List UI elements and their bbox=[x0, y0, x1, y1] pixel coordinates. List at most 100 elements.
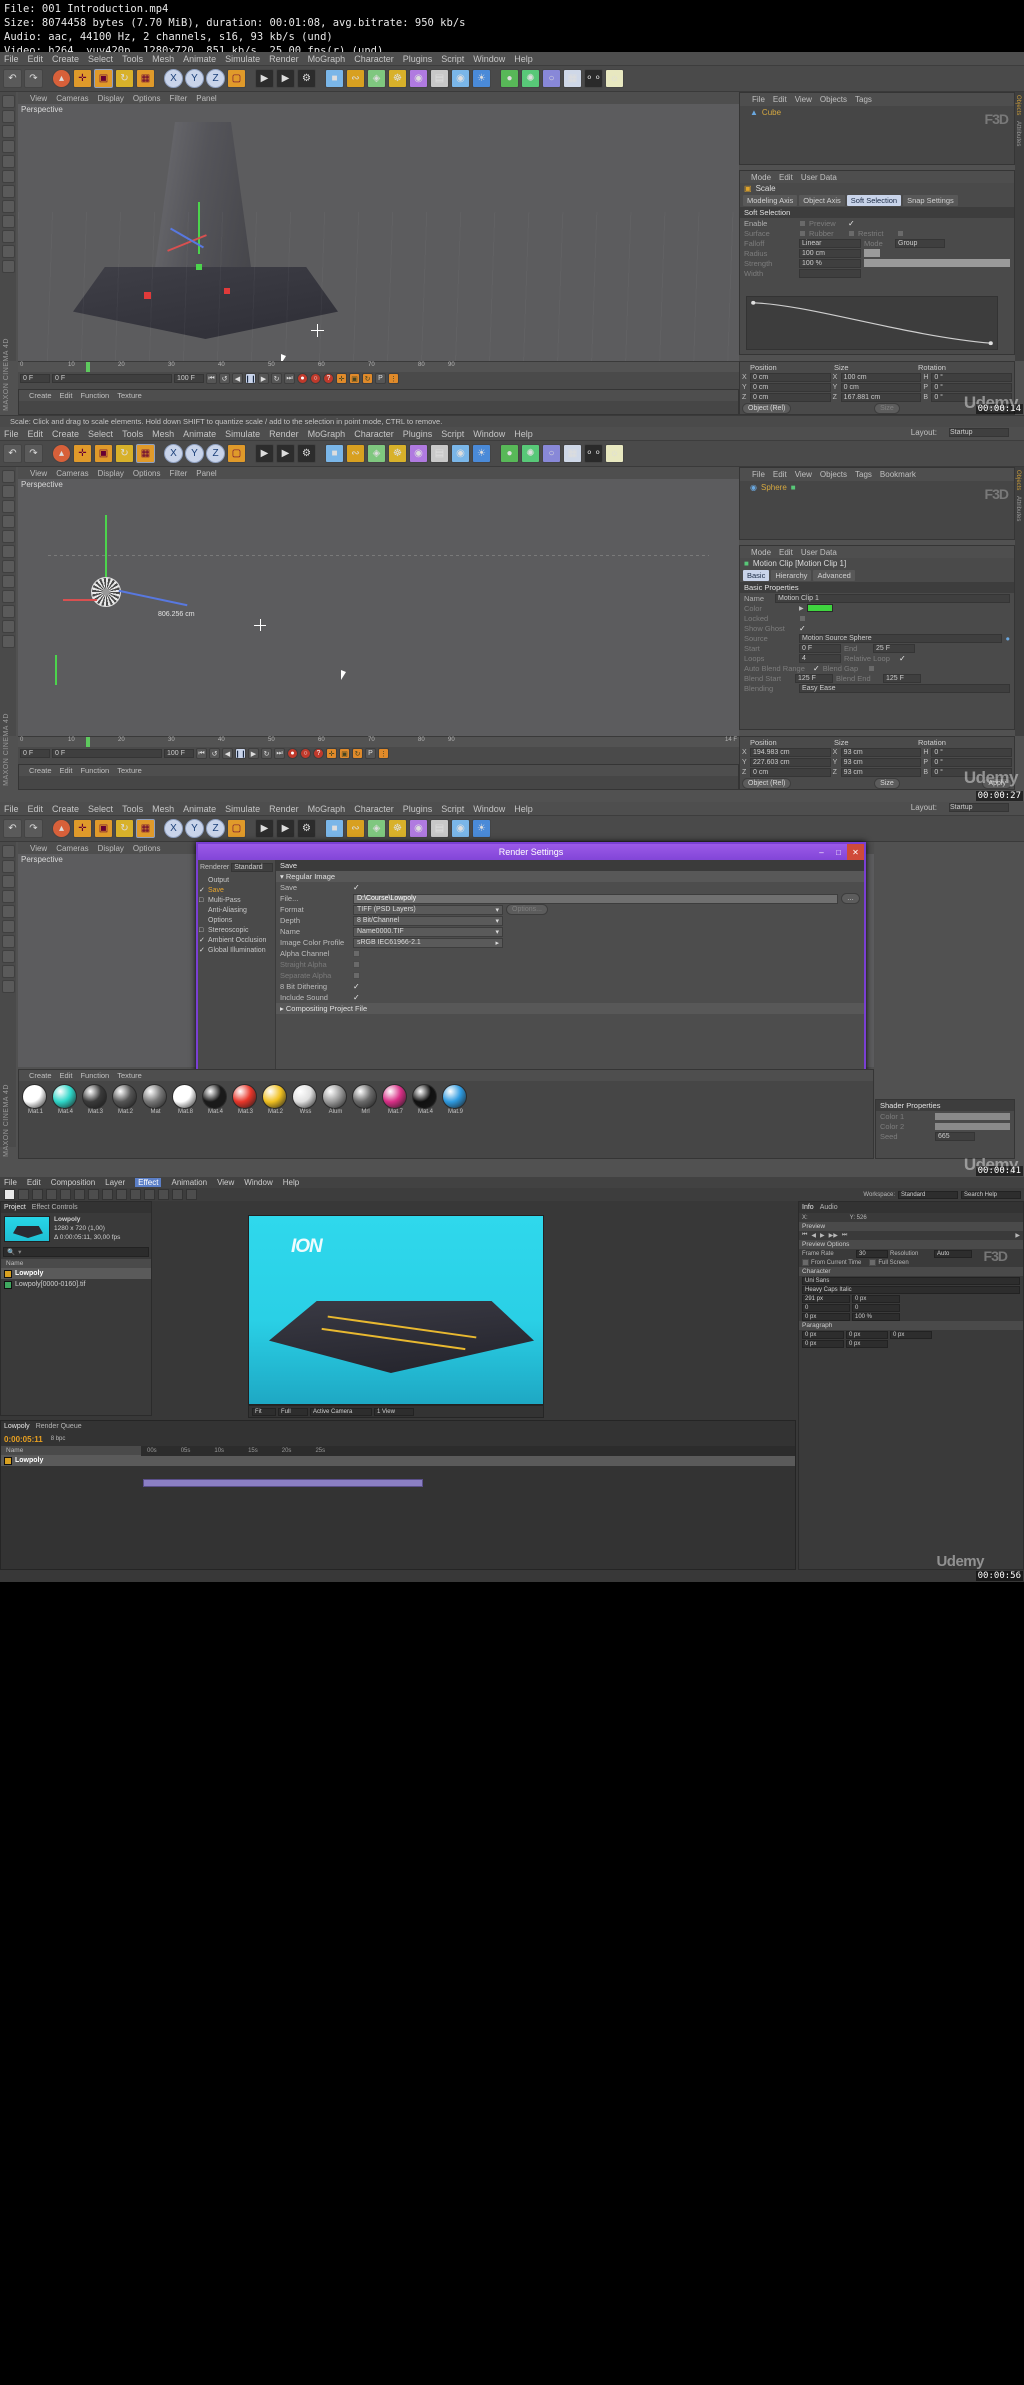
p2-om-view[interactable]: View bbox=[795, 470, 812, 479]
vp-menu-cameras[interactable]: Cameras bbox=[56, 94, 88, 103]
checkbox-preview[interactable]: ✓ bbox=[848, 219, 855, 228]
ae-timeline-layer-row[interactable]: Lowpoly bbox=[1, 1455, 795, 1466]
edge-mode-icon[interactable] bbox=[1, 200, 15, 213]
p2-rotation-h[interactable]: 0 ° bbox=[931, 748, 1013, 757]
falloff-curve-graph[interactable] bbox=[746, 296, 998, 350]
pen-tool-icon[interactable] bbox=[102, 1189, 113, 1200]
ae-menu-file[interactable]: File bbox=[4, 1178, 17, 1187]
axis-mode-icon[interactable] bbox=[1, 245, 15, 258]
rs-input-file[interactable]: D:\Course\Lowpoly bbox=[353, 893, 838, 904]
p3-menu-plugins[interactable]: Plugins bbox=[403, 804, 440, 814]
p3-menu-file[interactable]: File bbox=[4, 804, 26, 814]
rs-row-dithering[interactable]: 8 Bit Dithering ✓ bbox=[276, 981, 864, 992]
material-preview-sphere[interactable] bbox=[142, 1084, 167, 1109]
loop-icon[interactable]: ↺ bbox=[219, 373, 230, 384]
timeline-controls-1[interactable]: 0 F 0 F 100 F ⏮ ↺ ◀ ❙❙ ▶ ↻ ⏭ ● ○ ? ✛ ▣ ↻… bbox=[18, 372, 739, 385]
rs-check-straight-alpha[interactable] bbox=[353, 961, 360, 968]
ae-para-indent-right[interactable]: 0 px bbox=[846, 1330, 888, 1339]
material-item[interactable]: Wss bbox=[292, 1084, 319, 1115]
ae-search-help-input[interactable]: Search Help bbox=[961, 1190, 1021, 1199]
material-item[interactable]: Mat bbox=[142, 1084, 169, 1115]
input-name[interactable]: Motion Clip 1 bbox=[775, 593, 1010, 603]
am-menu-edit[interactable]: Edit bbox=[779, 173, 793, 182]
om-menu-tags[interactable]: Tags bbox=[855, 95, 872, 104]
p3-axis-x-icon[interactable]: X bbox=[164, 819, 183, 838]
p3-menu-tools[interactable]: Tools bbox=[122, 804, 150, 814]
maximize-icon[interactable]: □ bbox=[830, 844, 847, 860]
c4d-menubar-1[interactable]: File Edit Create Select Tools Mesh Anima… bbox=[0, 52, 1024, 66]
timeline-ruler-1[interactable]: 0 10 20 30 40 50 60 70 80 90 bbox=[18, 362, 739, 372]
input-width[interactable] bbox=[799, 268, 861, 278]
rs-select-format[interactable]: TIFF (PSD Layers) ▾ bbox=[353, 904, 503, 915]
material-item[interactable]: Mat.2 bbox=[262, 1084, 289, 1115]
window-controls[interactable]: – □ ✕ bbox=[813, 844, 864, 860]
ae-preview-ram-icon[interactable]: ▶ bbox=[1015, 1232, 1020, 1239]
render-view-icon[interactable]: ▶ bbox=[255, 69, 274, 88]
p2-redo-icon[interactable]: ↷ bbox=[24, 444, 43, 463]
p3-spline-icon[interactable]: ∾ bbox=[346, 819, 365, 838]
rs-disclosure-icon[interactable]: ▾ bbox=[280, 872, 284, 881]
p2-frame-start[interactable]: 0 F bbox=[20, 749, 50, 758]
world-axis-icon[interactable]: ▢ bbox=[227, 69, 246, 88]
rs-item-ambient-occlusion[interactable]: ✓ Ambient Occlusion bbox=[198, 935, 275, 945]
p3-vp-options[interactable]: Options bbox=[133, 844, 161, 853]
tab-modeling-axis[interactable]: Modeling Axis bbox=[743, 195, 798, 206]
timeline-1[interactable]: 0 10 20 30 40 50 60 70 80 90 0 F 0 F 100 F ⏮ … bbox=[18, 361, 739, 389]
row-source[interactable]: Source Motion Source Sphere ● bbox=[740, 633, 1014, 643]
material-preview-sphere[interactable] bbox=[82, 1084, 107, 1109]
am-menu-userdata[interactable]: User Data bbox=[801, 173, 837, 182]
p2-axis-y-icon[interactable]: Y bbox=[185, 444, 204, 463]
size-z-field[interactable]: 167.881 cm bbox=[840, 393, 922, 402]
ae-font-style[interactable]: Heavy Caps Italic bbox=[802, 1285, 1020, 1294]
p2-vp-panel[interactable]: Panel bbox=[196, 469, 216, 478]
menu-mograph[interactable]: MoGraph bbox=[308, 54, 353, 64]
p2-model-mode-icon[interactable] bbox=[1, 530, 15, 543]
material-item[interactable]: Mat.4 bbox=[52, 1084, 79, 1115]
playhead[interactable] bbox=[86, 362, 90, 372]
p2-size-x-field[interactable]: 93 cm bbox=[840, 748, 922, 757]
p2-menu-simulate[interactable]: Simulate bbox=[225, 429, 267, 439]
ae-workspace-dropdown[interactable]: Standard bbox=[898, 1190, 958, 1199]
size-dropdown[interactable]: Size bbox=[874, 403, 900, 414]
p3-model-mode-icon[interactable] bbox=[1, 905, 15, 918]
row-blend-start[interactable]: Blend Start 125 F Blend End 125 F bbox=[740, 673, 1014, 683]
brush-tool-icon[interactable] bbox=[130, 1189, 141, 1200]
p3-vp-cameras[interactable]: Cameras bbox=[56, 844, 88, 853]
ae-font-row[interactable]: Uni Sans bbox=[799, 1276, 1023, 1285]
p3-scale-icon[interactable]: ▣ bbox=[94, 819, 113, 838]
ae-zoom-dropdown[interactable]: Fit bbox=[252, 1408, 276, 1416]
input-start[interactable]: 0 F bbox=[799, 643, 841, 653]
coord-row-y[interactable]: Y 0 cm Y 0 cm P 0 ° bbox=[740, 383, 1014, 393]
rs-item-save[interactable]: ✓ Save bbox=[198, 885, 275, 895]
material-item[interactable]: Mat.9 bbox=[442, 1084, 469, 1115]
material-item[interactable]: Mat.4 bbox=[412, 1084, 439, 1115]
material-manager-2[interactable]: Create Edit Function Texture bbox=[18, 764, 739, 790]
model-mode-icon[interactable] bbox=[1, 155, 15, 168]
p3-render-view-icon[interactable]: ▶ bbox=[255, 819, 274, 838]
scale-tool2-icon[interactable]: ▦ bbox=[136, 69, 155, 88]
p2-dock-objects[interactable]: Objects bbox=[1015, 467, 1021, 493]
rs-select-name[interactable]: Name0000.TIF ▾ bbox=[353, 926, 503, 937]
p2-cube-icon[interactable]: ■ bbox=[325, 444, 344, 463]
ae-menu-help[interactable]: Help bbox=[283, 1178, 299, 1187]
c4d-viewport-1[interactable]: View Cameras Display Options Filter Pane… bbox=[18, 92, 739, 361]
p2-polypen-icon[interactable]: ● bbox=[500, 444, 519, 463]
vp-menu-view[interactable]: View bbox=[30, 94, 47, 103]
ae-para-space-after[interactable]: 0 px bbox=[846, 1339, 888, 1348]
p3-scale2-icon[interactable]: ▦ bbox=[136, 819, 155, 838]
rs-item-stereoscopic[interactable]: □ Stereoscopic bbox=[198, 925, 275, 935]
scale-icon[interactable] bbox=[1, 125, 15, 138]
p3-point-mode-icon[interactable] bbox=[1, 935, 15, 948]
shader-input-seed[interactable]: 665 bbox=[935, 1131, 975, 1141]
ae-font-style-row[interactable]: Heavy Caps Italic bbox=[799, 1285, 1023, 1294]
material-preview-sphere[interactable] bbox=[442, 1084, 467, 1109]
menu-tools[interactable]: Tools bbox=[122, 54, 150, 64]
p2-floor-icon[interactable]: ▦ bbox=[563, 444, 582, 463]
comp-thumbnail[interactable] bbox=[4, 1216, 50, 1242]
c4d-left-toolbar-2[interactable] bbox=[0, 467, 16, 736]
right-dock-1[interactable]: Objects Attributes bbox=[1015, 92, 1024, 361]
ae-menu-layer[interactable]: Layer bbox=[105, 1178, 125, 1187]
right-dock-2[interactable]: Objects Attributes bbox=[1015, 467, 1024, 736]
p2-coord-row-y[interactable]: Y 227.603 cm Y 93 cm P 0 ° bbox=[740, 758, 1014, 768]
deformer-icon[interactable]: ◉ bbox=[409, 69, 428, 88]
